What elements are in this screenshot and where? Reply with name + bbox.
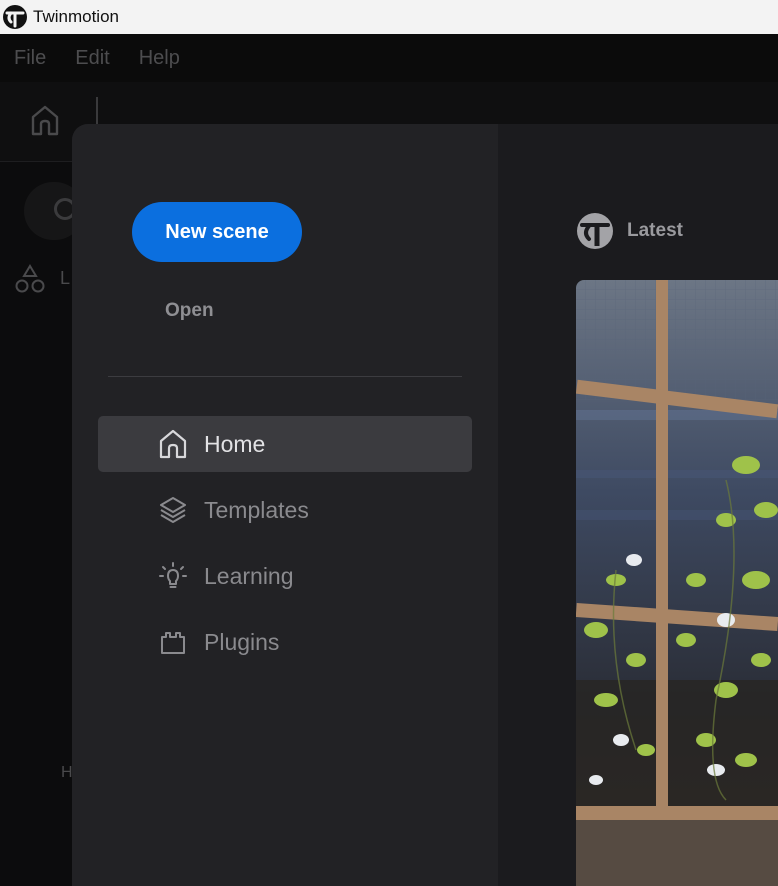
sidebar-divider <box>108 376 462 377</box>
background-toolbar-separator <box>96 97 98 127</box>
sidebar-item-label: Templates <box>204 496 309 523</box>
latest-header: Latest <box>576 212 683 250</box>
home-icon <box>159 429 187 459</box>
latest-project-thumbnail[interactable] <box>576 280 778 886</box>
home-sidebar: New scene Open Home Templates Learning P… <box>72 124 498 886</box>
plugin-icon <box>161 632 185 654</box>
project-thumbnail-image <box>576 280 778 886</box>
menu-bar: File Edit Help <box>0 34 778 82</box>
menu-edit[interactable]: Edit <box>75 47 109 70</box>
sidebar-item-label: Learning <box>204 562 294 589</box>
background-library-label: L <box>60 268 71 288</box>
home-dialog: New scene Open Home Templates Learning P… <box>72 124 778 886</box>
menu-help[interactable]: Help <box>139 47 180 70</box>
window-title-bar: Twinmotion <box>0 0 778 34</box>
home-content: Latest <box>498 124 778 886</box>
sidebar-item-plugins[interactable]: Plugins <box>98 614 472 670</box>
sidebar-item-templates[interactable]: Templates <box>98 482 472 538</box>
menu-file[interactable]: File <box>14 47 46 70</box>
layers-icon <box>160 497 186 523</box>
sidebar-item-label: Home <box>204 430 266 457</box>
twinmotion-logo-icon <box>3 5 27 29</box>
latest-section-title: Latest <box>627 220 683 241</box>
open-button[interactable]: Open <box>165 300 214 322</box>
twinmotion-logo-icon <box>577 213 613 249</box>
background-home-icon[interactable] <box>30 104 60 136</box>
sidebar-item-label: Plugins <box>204 628 280 655</box>
window-title: Twinmotion <box>33 7 119 26</box>
sidebar-item-home[interactable]: Home <box>98 416 472 472</box>
sidebar-item-learning[interactable]: Learning <box>98 548 472 604</box>
background-shapes-icon[interactable] <box>14 264 46 294</box>
lightbulb-icon <box>159 562 187 588</box>
background-bottom-label: H <box>61 764 73 781</box>
new-scene-button[interactable]: New scene <box>132 202 302 262</box>
